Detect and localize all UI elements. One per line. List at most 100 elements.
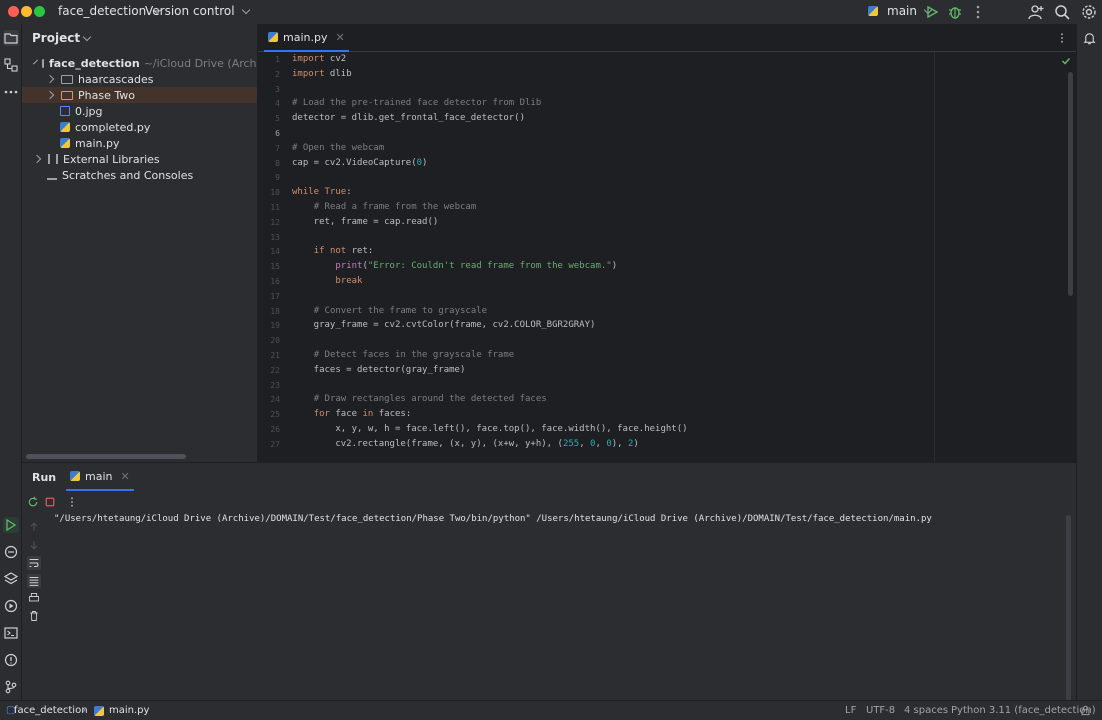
console-vertical-scrollbar[interactable] (1066, 515, 1071, 701)
structure-tool-icon[interactable] (3, 57, 19, 73)
services-icon[interactable] (3, 598, 19, 614)
line-number: 18 (270, 306, 280, 316)
code-line[interactable]: import cv2 (292, 54, 346, 64)
tree-item-external-libraries[interactable]: External Libraries (22, 151, 257, 167)
add-user-icon[interactable] (1028, 4, 1044, 20)
layers-icon[interactable] (3, 571, 19, 587)
encoding-indicator[interactable]: UTF-8 (866, 705, 895, 716)
git-icon[interactable] (3, 679, 19, 695)
code-line[interactable]: for face in faces: (292, 409, 412, 419)
run-toolbar (22, 493, 1076, 513)
title-bar: face_detection Version control main (0, 0, 1102, 24)
tree-item-main-py[interactable]: main.py (22, 135, 257, 151)
code-line[interactable]: cap = cv2.VideoCapture(0) (292, 158, 427, 168)
line-number: 19 (270, 321, 280, 331)
code-line[interactable]: # Convert the frame to grayscale (292, 306, 487, 316)
code-line[interactable]: # Load the pre-trained face detector fro… (292, 98, 541, 108)
minimize-window-button[interactable] (21, 6, 32, 17)
print-icon[interactable] (28, 592, 40, 604)
code-line[interactable]: gray_frame = cv2.cvtColor(frame, cv2.COL… (292, 320, 596, 330)
code-line[interactable]: # Read a frame from the webcam (292, 202, 477, 212)
project-horizontal-scrollbar[interactable] (26, 454, 186, 459)
editor-tab-bar: main.py ✕ (258, 24, 1076, 52)
tree-item-0-jpg[interactable]: 0.jpg (22, 103, 257, 119)
rerun-icon[interactable] (27, 496, 39, 508)
scroll-to-end-icon[interactable] (27, 574, 41, 588)
breadcrumb-project[interactable]: face_detection (14, 705, 88, 716)
code-line[interactable]: ret, frame = cap.read() (292, 217, 439, 227)
code-line[interactable]: # Draw rectangles around the detected fa… (292, 394, 547, 404)
tree-item-haarcascades[interactable]: haarcascades (22, 71, 257, 87)
code-line[interactable]: print("Error: Couldn't read frame from t… (292, 261, 617, 271)
terminal-icon[interactable] (3, 625, 19, 641)
run-more-options-icon[interactable] (66, 496, 78, 508)
more-tools-icon[interactable] (3, 84, 19, 100)
tree-item-label: main.py (75, 136, 120, 150)
code-line[interactable]: break (292, 276, 362, 286)
code-line[interactable]: x, y, w, h = face.left(), face.top(), fa… (292, 424, 687, 434)
line-number: 5 (275, 114, 280, 124)
code-line[interactable]: faces = detector(gray_frame) (292, 365, 466, 375)
project-switcher-label: face_detection (58, 4, 147, 18)
python-packages-icon[interactable] (3, 544, 19, 560)
close-window-button[interactable] (8, 6, 19, 17)
code-line[interactable]: # Detect faces in the grayscale frame (292, 350, 514, 360)
line-ending-indicator[interactable]: LF (845, 705, 856, 716)
line-number: 15 (270, 262, 280, 272)
scroll-up-icon[interactable] (28, 521, 40, 533)
line-number: 27 (270, 439, 280, 449)
settings-gear-icon[interactable] (1081, 4, 1097, 20)
close-tab-icon[interactable]: ✕ (335, 31, 344, 44)
interpreter-indicator[interactable]: Python 3.11 (face_detection) (951, 705, 1096, 716)
indent-indicator[interactable]: 4 spaces (904, 705, 948, 716)
more-options-icon[interactable] (970, 4, 986, 20)
tree-item-completed-py[interactable]: completed.py (22, 119, 257, 135)
search-icon[interactable] (1054, 4, 1070, 20)
close-run-tab-icon[interactable]: ✕ (120, 470, 129, 483)
trash-icon[interactable] (28, 610, 40, 622)
line-number: 12 (270, 217, 280, 227)
tree-item-label: Scratches and Consoles (62, 168, 194, 182)
line-number: 26 (270, 425, 280, 434)
code-line[interactable]: detector = dlib.get_frontal_face_detecto… (292, 113, 525, 123)
run-tool-icon[interactable] (3, 517, 19, 533)
tree-item-label: haarcascades (78, 72, 154, 86)
scroll-down-icon[interactable] (28, 539, 40, 551)
stop-icon[interactable] (44, 496, 56, 508)
notifications-bell-icon[interactable] (1082, 31, 1097, 46)
code-line[interactable]: import dlib (292, 69, 352, 79)
soft-wrap-icon[interactable] (27, 556, 41, 570)
version-control-menu[interactable]: Version control (145, 4, 251, 18)
image-file-icon (60, 106, 70, 116)
tree-root-folder[interactable]: face_detection ~/iCloud Drive (Archive)/… (22, 55, 257, 71)
read-only-lock-icon[interactable] (1080, 705, 1091, 716)
editor-more-options-icon[interactable] (1056, 32, 1068, 44)
tree-item-label: completed.py (75, 120, 151, 134)
project-tool-icon[interactable] (3, 30, 19, 46)
code-editor[interactable]: main.py ✕ 1 2 3 4 5 6 7 8 9 10 11 12 13 14 15 16 17 18 19 2… (258, 24, 1076, 462)
problems-icon[interactable] (3, 652, 19, 668)
no-problems-check-icon[interactable] (1061, 56, 1071, 66)
line-number: 4 (275, 99, 280, 109)
tree-item-label: External Libraries (63, 152, 160, 166)
chevron-right-icon (45, 74, 55, 84)
chevron-down-icon (82, 32, 92, 41)
run-icon[interactable] (924, 4, 940, 20)
code-line[interactable]: while True: (292, 187, 352, 197)
tree-item-phase-two[interactable]: Phase Two (22, 87, 257, 103)
line-number: 17 (270, 291, 280, 301)
zoom-window-button[interactable] (34, 6, 45, 17)
code-line[interactable]: cv2.rectangle(frame, (x, y), (x+w, y+h),… (292, 439, 639, 449)
editor-vertical-scrollbar[interactable] (1068, 72, 1073, 296)
editor-tab-main-py[interactable]: main.py ✕ (264, 24, 349, 52)
code-line[interactable]: if not ret: (292, 246, 374, 256)
line-number: 2 (275, 69, 280, 79)
line-number: 22 (270, 365, 280, 375)
tree-item-scratches[interactable]: Scratches and Consoles (22, 167, 257, 183)
code-line[interactable]: # Open the webcam (292, 143, 384, 153)
console-output[interactable]: "/Users/htetaung/iCloud Drive (Archive)/… (54, 514, 932, 524)
run-tab-main[interactable]: main ✕ (66, 463, 134, 491)
debug-icon[interactable] (947, 4, 963, 20)
project-panel-header[interactable]: Project (22, 24, 257, 52)
breadcrumb-file[interactable]: main.py (94, 705, 149, 716)
